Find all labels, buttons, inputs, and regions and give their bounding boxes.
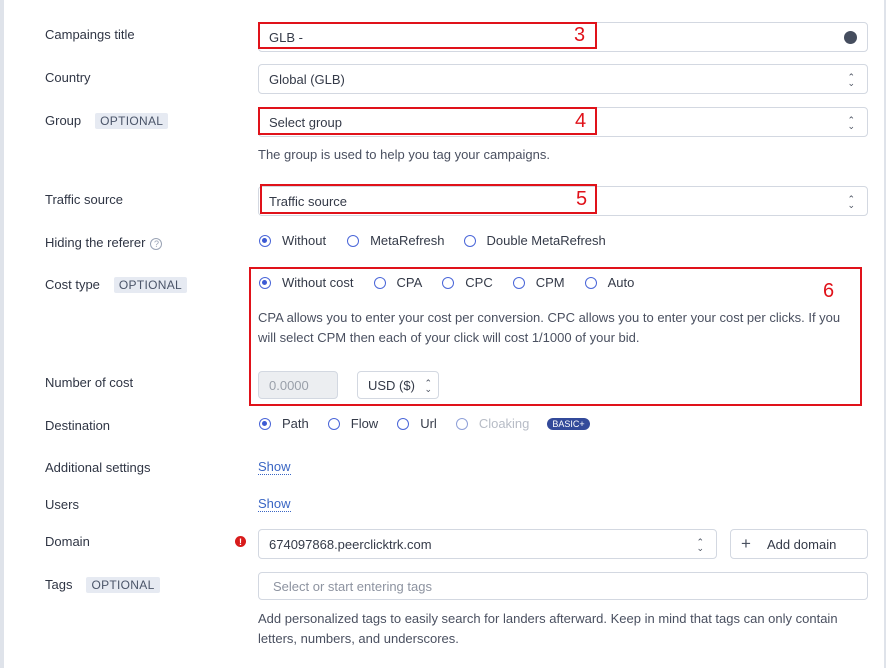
radio-label: Path xyxy=(282,416,309,431)
radio-label: CPC xyxy=(465,275,493,290)
radio-cost-auto[interactable]: Auto xyxy=(584,275,635,290)
group-help-text: The group is used to help you tag your c… xyxy=(258,147,550,162)
add-domain-button[interactable]: + Add domain xyxy=(730,529,868,559)
tags-help-text: Add personalized tags to easily search f… xyxy=(258,611,838,646)
chevron-updown-icon: ⌃ ⌄ xyxy=(696,537,704,553)
radio-unchecked-icon xyxy=(455,417,468,430)
left-frame-border xyxy=(0,0,4,668)
domain-select[interactable]: 674097868.peerclicktrk.com ⌃ ⌄ xyxy=(258,529,717,559)
users-label: Users xyxy=(45,497,79,512)
hiding-referer-label-text: Hiding the referer xyxy=(45,235,146,250)
annotation-number-4: 4 xyxy=(575,110,587,132)
destination-radio-group: Path Flow Url Cloaking BASIC+ xyxy=(259,416,590,431)
radio-label: MetaRefresh xyxy=(370,233,445,248)
radio-label: Without xyxy=(282,233,327,248)
country-label: Country xyxy=(45,70,91,85)
group-placeholder: Select group xyxy=(269,114,342,130)
cost-type-label: Cost type OPTIONAL xyxy=(45,277,188,293)
radio-unchecked-icon xyxy=(512,276,525,289)
chevron-updown-icon: ⌃ ⌄ xyxy=(847,115,855,131)
optional-badge: OPTIONAL xyxy=(86,577,160,593)
optional-badge: OPTIONAL xyxy=(113,277,188,293)
country-select[interactable]: Global (GLB) ⌃ ⌄ xyxy=(258,64,868,94)
radio-unchecked-icon xyxy=(373,276,386,289)
radio-unchecked-icon xyxy=(442,276,455,289)
radio-cost-without[interactable]: Without cost xyxy=(259,275,354,290)
number-of-cost-label: Number of cost xyxy=(45,375,134,390)
radio-cost-cpm[interactable]: CPM xyxy=(512,275,565,290)
tags-placeholder: Select or start entering tags xyxy=(273,578,432,594)
radio-unchecked-icon xyxy=(463,234,476,247)
tags-label: Tags OPTIONAL xyxy=(45,577,160,593)
plus-icon: + xyxy=(741,534,751,553)
chevron-updown-icon: ⌃ ⌄ xyxy=(847,194,855,210)
radio-label: CPM xyxy=(535,275,565,290)
radio-destination-flow[interactable]: Flow xyxy=(327,416,379,431)
radio-label: Auto xyxy=(607,275,635,290)
destination-label: Destination xyxy=(45,418,111,433)
radio-label: Url xyxy=(420,416,437,431)
radio-label: Cloaking xyxy=(478,416,530,431)
domain-value: 674097868.peerclicktrk.com xyxy=(269,536,432,552)
campaign-title-input[interactable]: GLB - xyxy=(258,22,868,52)
basic-plus-badge: BASIC+ xyxy=(547,417,590,430)
radio-checked-icon xyxy=(259,234,271,247)
cost-type-label-text: Cost type xyxy=(45,277,100,292)
country-value: Global (GLB) xyxy=(269,71,345,87)
currency-value: USD ($) xyxy=(368,377,415,393)
radio-unchecked-icon xyxy=(584,276,597,289)
group-select[interactable]: Select group ⌃ ⌄ xyxy=(258,107,868,137)
tags-input[interactable]: Select or start entering tags xyxy=(258,572,868,600)
traffic-source-label: Traffic source xyxy=(45,192,124,207)
cost-type-help-text: CPA allows you to enter your cost per co… xyxy=(258,310,841,345)
cost-value-placeholder: 0.0000 xyxy=(269,377,309,393)
radio-referer-metarefresh[interactable]: MetaRefresh xyxy=(347,233,445,248)
annotation-number-3: 3 xyxy=(574,24,586,46)
radio-destination-url[interactable]: Url xyxy=(397,416,437,431)
radio-unchecked-icon xyxy=(327,417,340,430)
referer-radio-group: Without MetaRefresh Double MetaRefresh xyxy=(259,233,623,248)
radio-unchecked-icon xyxy=(347,234,360,247)
chevron-updown-icon: ⌃ ⌄ xyxy=(847,72,855,88)
cost-value-input[interactable]: 0.0000 xyxy=(258,371,338,399)
error-alert-icon: ! xyxy=(235,536,246,547)
annotation-number-5: 5 xyxy=(576,188,588,210)
radio-checked-icon xyxy=(259,276,271,289)
group-label-text: Group xyxy=(45,113,82,128)
additional-settings-show-link[interactable]: Show xyxy=(258,460,291,475)
radio-label: CPA xyxy=(396,275,423,290)
add-domain-label: Add domain xyxy=(766,536,837,552)
radio-unchecked-icon xyxy=(397,417,410,430)
chevron-updown-icon: ⌃ ⌄ xyxy=(424,378,432,394)
traffic-source-select[interactable]: Traffic source ⌃ ⌄ xyxy=(258,186,868,216)
users-show-link[interactable]: Show xyxy=(258,497,291,512)
help-question-icon[interactable]: ? xyxy=(150,237,163,250)
radio-label: Without cost xyxy=(282,275,354,290)
additional-settings-label: Additional settings xyxy=(45,460,151,475)
radio-referer-without[interactable]: Without xyxy=(259,233,326,248)
domain-label: Domain xyxy=(45,534,90,549)
optional-badge: OPTIONAL xyxy=(95,113,169,129)
radio-destination-cloaking[interactable]: Cloaking xyxy=(455,416,530,431)
campaign-title-value: GLB - xyxy=(269,29,303,45)
annotation-number-6: 6 xyxy=(823,280,835,302)
hiding-referer-label: Hiding the referer? xyxy=(45,235,163,250)
cost-type-radio-group: Without cost CPA CPC CPM Auto xyxy=(259,275,651,290)
radio-label: Flow xyxy=(350,416,379,431)
radio-referer-double-metarefresh[interactable]: Double MetaRefresh xyxy=(463,233,606,248)
group-label: Group OPTIONAL xyxy=(45,113,169,129)
radio-label: Double MetaRefresh xyxy=(486,233,606,248)
traffic-source-placeholder: Traffic source xyxy=(269,193,348,209)
tags-label-text: Tags xyxy=(45,577,73,592)
radio-destination-path[interactable]: Path xyxy=(259,416,309,431)
currency-select[interactable]: USD ($) ⌃ ⌄ xyxy=(357,371,439,399)
radio-cost-cpc[interactable]: CPC xyxy=(442,275,493,290)
campaigns-title-label: Campaings title xyxy=(45,27,135,42)
radio-cost-cpa[interactable]: CPA xyxy=(373,275,423,290)
color-dot-icon[interactable] xyxy=(844,31,857,44)
radio-checked-icon xyxy=(259,417,271,430)
